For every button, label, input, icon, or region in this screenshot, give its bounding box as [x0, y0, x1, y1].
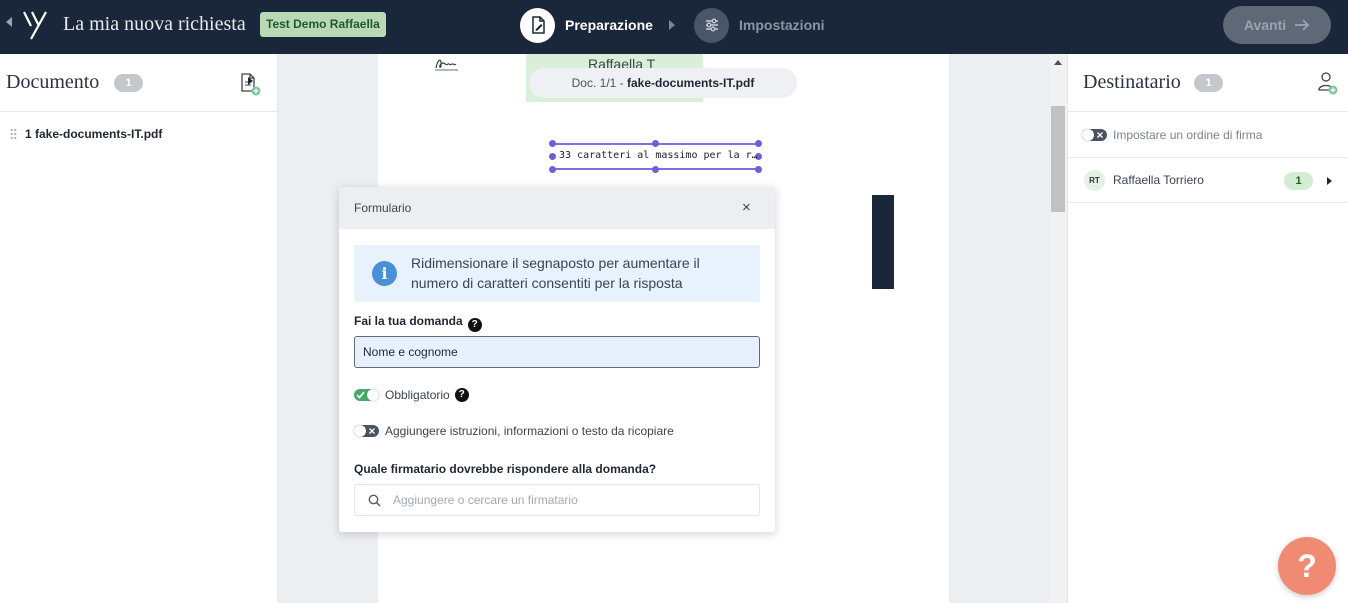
- help-icon[interactable]: ?: [454, 388, 469, 402]
- arrow-right-icon: [1295, 19, 1310, 31]
- text-field-preview: 33 caratteri al massimo per la r…: [559, 150, 758, 161]
- recipients-count-badge: 1: [1194, 74, 1223, 92]
- drag-handle-icon[interactable]: [10, 128, 17, 140]
- resize-handle[interactable]: [652, 166, 659, 173]
- expand-arrow-icon[interactable]: [1327, 177, 1332, 185]
- step-settings[interactable]: Impostazioni: [694, 7, 825, 43]
- documents-panel-title: Documento: [6, 71, 100, 93]
- recipient-order-badge: 1: [1284, 172, 1313, 190]
- instructions-toggle[interactable]: [354, 425, 379, 437]
- page-title: La mia nuova richiesta: [63, 13, 246, 35]
- question-input[interactable]: [354, 336, 760, 368]
- recipients-panel-title: Destinatario: [1083, 71, 1181, 93]
- form-dialog-header: Formulario ×: [339, 187, 775, 229]
- next-button-label: Avanti: [1243, 17, 1287, 33]
- signer-label: Quale firmatario dovrebbe rispondere all…: [354, 462, 657, 476]
- close-icon[interactable]: ×: [742, 199, 751, 216]
- toggle-knob: [354, 425, 366, 437]
- sign-order-toggle[interactable]: [1082, 129, 1107, 141]
- check-icon: [356, 391, 365, 399]
- info-icon: i: [372, 261, 397, 286]
- resize-handle[interactable]: [755, 140, 762, 147]
- document-indicator-prefix: Doc. 1/1 -: [571, 76, 627, 90]
- info-banner-text: Ridimensionare il segnaposto per aumenta…: [411, 255, 700, 291]
- toggle-knob: [367, 389, 379, 401]
- required-toggle-row: Obbligatorio ?: [354, 387, 469, 403]
- back-arrow-icon[interactable]: [6, 17, 12, 27]
- next-button[interactable]: Avanti: [1223, 6, 1331, 44]
- document-indicator: Doc. 1/1 - fake-documents-IT.pdf: [529, 68, 797, 98]
- resize-handle[interactable]: [549, 153, 556, 160]
- signer-search-field[interactable]: [354, 484, 760, 516]
- document-list-item[interactable]: 1 fake-documents-IT.pdf: [0, 77, 277, 157]
- form-dialog: Formulario × i Ridimensionare il segnapo…: [339, 187, 775, 532]
- resize-handle[interactable]: [549, 140, 556, 147]
- instructions-label: Aggiungere istruzioni, informazioni o te…: [385, 424, 674, 438]
- documents-panel-header: Documento 1: [0, 54, 277, 112]
- help-button[interactable]: ?: [1278, 537, 1336, 595]
- recipients-panel-header: Destinatario 1: [1068, 54, 1348, 112]
- question-label-text: Fai la tua domanda: [354, 314, 463, 328]
- recipient-list-item[interactable]: RT Raffaella Torriero 1: [1068, 159, 1348, 203]
- document-indicator-name: fake-documents-IT.pdf: [627, 76, 755, 90]
- sliders-icon: [694, 7, 729, 43]
- top-bar: La mia nuova richiesta Test Demo Raffael…: [0, 0, 1348, 54]
- resize-handle[interactable]: [755, 166, 762, 173]
- scrollbar-thumb[interactable]: [1051, 106, 1065, 212]
- required-toggle[interactable]: [354, 389, 379, 401]
- app-logo-icon: [23, 11, 47, 40]
- required-label: Obbligatorio: [385, 388, 450, 402]
- recipient-name: Raffaella Torriero: [1113, 173, 1204, 187]
- instructions-toggle-row: Aggiungere istruzioni, informazioni o te…: [354, 423, 674, 439]
- expand-arrow-icon[interactable]: [248, 77, 253, 85]
- form-dialog-title: Formulario: [354, 201, 412, 215]
- document-edit-icon: [520, 7, 555, 43]
- toggle-knob: [1082, 129, 1094, 141]
- resize-handle[interactable]: [549, 166, 556, 173]
- sign-order-toggle-row: Impostare un ordine di firma: [1082, 127, 1262, 143]
- avatar: RT: [1084, 170, 1105, 191]
- sign-order-row: Impostare un ordine di firma: [1068, 113, 1348, 158]
- search-icon: [368, 494, 381, 507]
- step-chevron-icon: [669, 20, 675, 30]
- add-recipient-icon[interactable]: [1317, 71, 1339, 95]
- document-name: 1 fake-documents-IT.pdf: [25, 127, 163, 141]
- info-banner: i Ridimensionare il segnaposto per aumen…: [354, 245, 760, 302]
- step-preparation-label: Preparazione: [565, 17, 653, 33]
- text-field-placeholder[interactable]: 33 caratteri al massimo per la r…: [549, 140, 762, 173]
- signer-search-input[interactable]: [393, 485, 753, 515]
- documents-count-badge: 1: [114, 74, 143, 92]
- resize-handle[interactable]: [652, 140, 659, 147]
- recipients-panel: Destinatario 1 Impostare un ordine di fi…: [1067, 54, 1348, 603]
- documents-panel: Documento 1 1 fake-documents-IT.pdf: [0, 54, 278, 603]
- scroll-up-icon[interactable]: [1054, 60, 1062, 65]
- viewer-scrollbar[interactable]: [1050, 54, 1067, 603]
- x-icon: [369, 428, 375, 434]
- step-preparation[interactable]: Preparazione: [520, 7, 653, 43]
- help-icon[interactable]: ?: [467, 318, 482, 332]
- sign-order-label: Impostare un ordine di firma: [1113, 128, 1263, 142]
- question-label: Fai la tua domanda?: [354, 314, 482, 332]
- signature-glyph-icon: [435, 59, 458, 71]
- demo-badge: Test Demo Raffaella: [260, 12, 386, 37]
- step-settings-label: Impostazioni: [739, 17, 825, 33]
- x-icon: [1097, 132, 1103, 138]
- page-content-block: [872, 195, 894, 289]
